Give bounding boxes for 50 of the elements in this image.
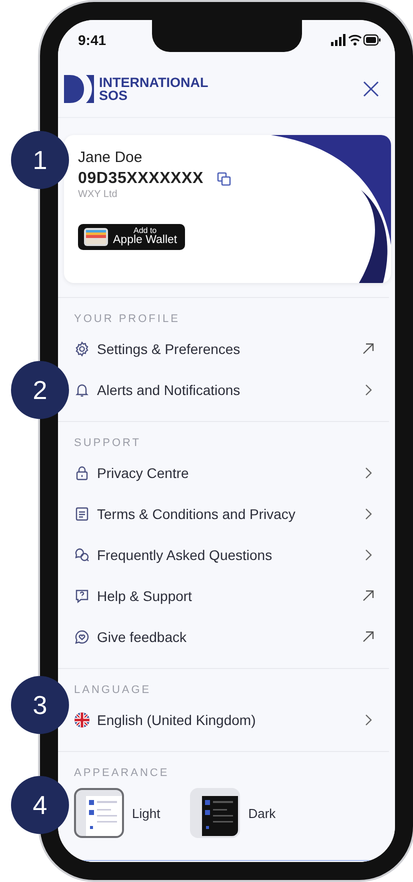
section-heading: YOUR PROFILE [74, 312, 181, 327]
external-link-icon [362, 630, 374, 643]
help-bubble-icon [74, 588, 90, 604]
section-heading: LANGUAGE [74, 683, 152, 698]
theme-option-label[interactable]: Dark [248, 806, 276, 820]
settings-icon [74, 340, 90, 356]
external-link-icon [362, 342, 374, 355]
menu-item[interactable]: Give feedback [97, 628, 354, 644]
menu-item[interactable]: Settings & Preferences [97, 340, 354, 356]
section-heading: APPEARANCE [74, 766, 170, 781]
chevron-right-icon [364, 384, 372, 396]
status-time: 9:41 [78, 32, 106, 48]
dark-theme-preview-drawing [202, 796, 238, 836]
logo-text: SOS [99, 88, 129, 102]
theme-option-thumbnail[interactable] [74, 788, 124, 838]
chat-bubbles-icon [74, 546, 90, 562]
chevron-right-icon [364, 714, 372, 726]
menu-item[interactable]: Help & Support [97, 588, 354, 604]
company-name: WXY Ltd [78, 189, 118, 200]
status-icons-drawing [331, 34, 381, 46]
bell-icon [74, 382, 90, 398]
callout-number-badge: 3 [11, 676, 69, 734]
chevron-right-icon [364, 508, 372, 520]
logo-icon [64, 74, 94, 102]
menu-item[interactable]: Privacy Centre [97, 464, 354, 480]
copy-icon[interactable] [217, 172, 232, 186]
wallet-icon [84, 228, 108, 246]
document-icon [74, 506, 90, 522]
logo-text: INTERNATIONAL [99, 76, 208, 88]
feedback-bubble-icon [74, 628, 90, 644]
member-id: 09D35XXXXXXX [78, 170, 204, 188]
callout-number-badge: 1 [11, 131, 69, 189]
chevron-right-icon [364, 466, 372, 478]
external-link-icon [362, 589, 374, 602]
menu-item[interactable]: Alerts and Notifications [97, 382, 354, 398]
theme-option-label[interactable]: Light [132, 806, 160, 820]
add-to-wallet-button[interactable]: Add to Apple Wallet [78, 224, 186, 250]
light-theme-preview-drawing [86, 796, 122, 836]
callout-number-badge: 2 [11, 361, 69, 419]
callout-number-badge: 4 [11, 776, 69, 834]
section-heading: SUPPORT [74, 436, 142, 451]
uk-flag-icon [74, 712, 90, 728]
close-icon[interactable] [363, 80, 379, 96]
theme-option-thumbnail[interactable] [190, 788, 240, 838]
menu-item[interactable]: Frequently Asked Questions [97, 546, 354, 562]
member-name: Jane Doe [78, 149, 142, 166]
lock-icon [74, 464, 90, 480]
menu-item[interactable]: English (United Kingdom) [97, 712, 354, 728]
chevron-right-icon [364, 548, 372, 560]
menu-item[interactable]: Terms & Conditions and Privacy [97, 506, 354, 522]
